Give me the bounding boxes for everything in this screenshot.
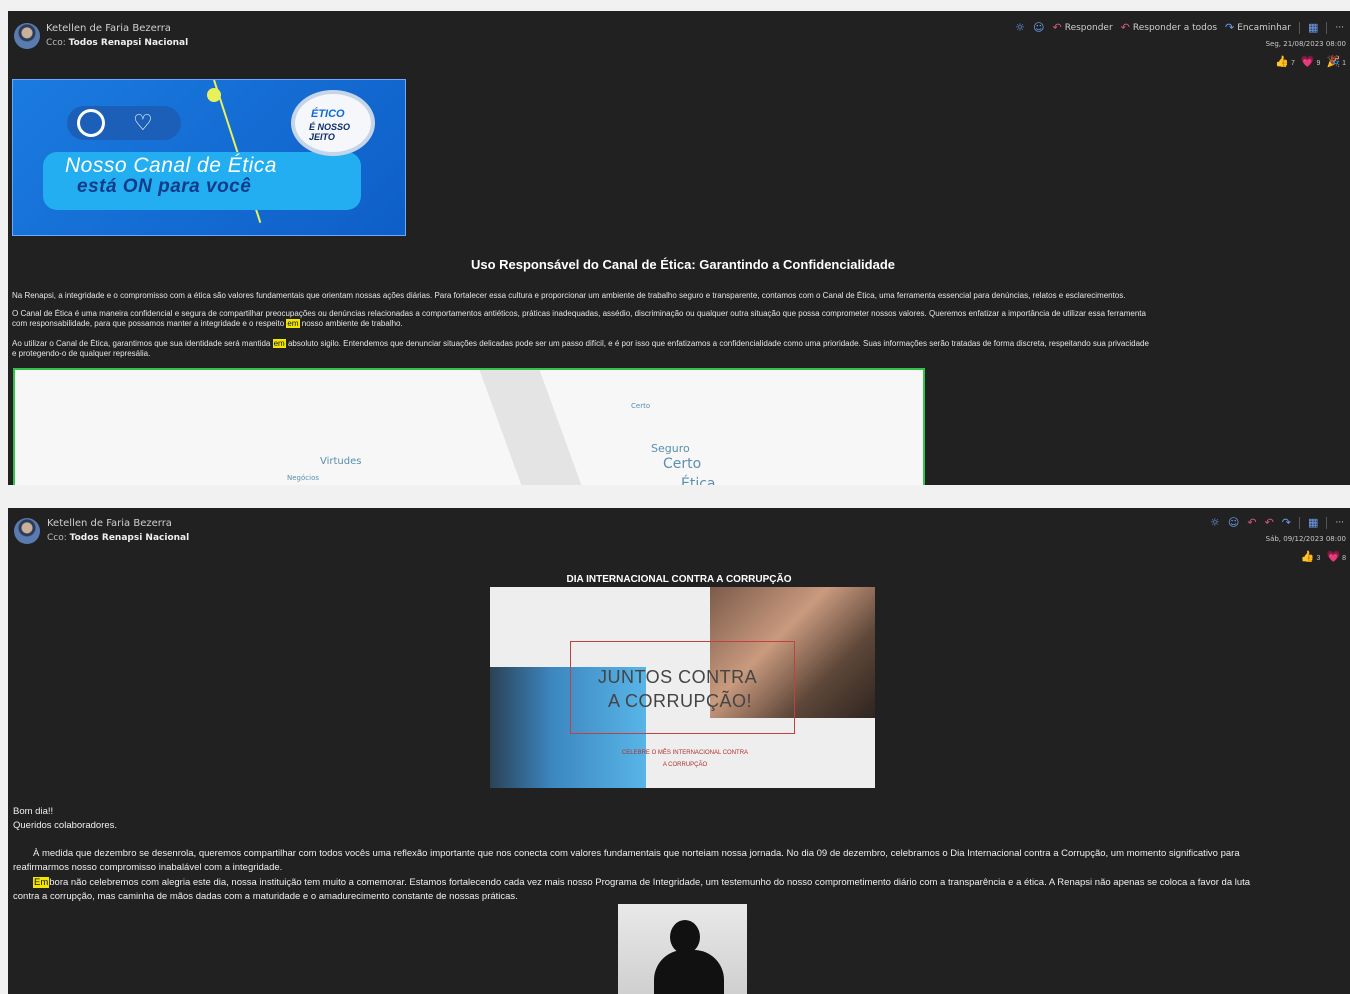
paragraph-1-line1: À medida que dezembro se desenrola, quer… [33,848,1240,859]
reply-button[interactable]: ↶ Responder [1053,21,1113,34]
cco-recipient[interactable]: Todos Renapsi Nacional [70,533,190,543]
grid-icon[interactable]: ▦ [1308,516,1318,529]
message-toolbar: ☼ ☺ ↶ Responder ↶ Responder a todos ↷ Encam… [1015,21,1344,34]
reply-all-icon: ↶ [1120,21,1130,34]
reply-all-button[interactable]: ↶ Responder a todos [1121,21,1217,34]
ethics-channel-banner: ♡ Nosso Canal de Ética está ON para você… [12,79,406,236]
banner-line1: Nosso Canal de Ética [65,154,277,177]
heart-outline-icon: ♡ [133,110,153,135]
heart-icon: 💗 [1300,56,1315,68]
word-cloud-image: Virtudes Negócios Certo Seguro Certo Éti… [13,368,925,485]
emoji-icon[interactable]: ☺ [1228,516,1239,529]
grid-icon[interactable]: ▦ [1308,21,1318,34]
sun-icon[interactable]: ☼ [1210,516,1220,529]
divider [1326,516,1328,529]
cco-label: Cco: [47,533,67,543]
cloud-word: Certo [631,402,651,410]
paragraph-1: Na Renapsi, a integridade e o compromiss… [12,291,1126,300]
cloud-word: Seguro [651,442,690,455]
ethics-seal: ÉTICO É NOSSO JEITO [291,90,375,156]
anti-corruption-poster: JUNTOS CONTRA A CORRUPÇÃO! CELEBRE O MÊS… [490,587,875,788]
paragraph-3-line2: e protegendo-o de qualquer represália. [12,349,151,358]
search-highlight: em [286,319,300,328]
poster-line2: A CORRUPÇÃO! [608,691,753,711]
cco-line: Cco: Todos Renapsi Nacional [47,533,189,543]
search-highlight: Em [33,877,50,888]
silhouette-image [618,904,747,994]
email-message-2: Ketellen de Faria Bezerra Cco: Todos Ren… [8,508,1350,994]
email-title: DIA INTERNACIONAL CONTRA A CORRUPÇÃO [566,574,792,585]
celebrate-icon: 🎉 [1326,56,1341,68]
salutation: Queridos colaboradores. [13,820,118,831]
reply-all-icon[interactable]: ↶ [1265,516,1274,529]
forward-icon[interactable]: ↷ [1282,516,1291,529]
email-message-1: Ketellen de Faria Bezerra Cco: Todos Ren… [8,11,1350,485]
sun-icon[interactable]: ☼ [1015,21,1025,34]
more-icon[interactable]: ··· [1335,23,1344,33]
thumbs-up-icon: 👍 [1275,56,1290,68]
silhouette-head [670,920,700,954]
forward-icon: ↷ [1225,21,1235,34]
paragraph-3-line1: Ao utilizar o Canal de Ética, garantimos… [12,339,1149,348]
heart-icon: 💗 [1326,551,1341,563]
silhouette-body [654,950,724,994]
reactions-bar[interactable]: 👍 7 💗 9 🎉 1 [1275,55,1346,68]
cco-label: Cco: [46,38,66,48]
reply-icon: ↶ [1052,21,1062,34]
cloud-word: Ética [681,476,716,485]
smile-icon [77,109,105,137]
emoji-icon[interactable]: ☺ [1033,21,1044,34]
cco-line: Cco: Todos Renapsi Nacional [46,38,188,48]
cloud-word: Virtudes [320,456,362,467]
sender-name[interactable]: Ketellen de Faria Bezerra [47,518,172,529]
cloud-word: Negócios [287,474,319,482]
paragraph-2-line2: com responsabilidade, para que possamos … [12,319,403,328]
poster-subtitle: CELEBRE O MÊS INTERNACIONAL CONTRA A COR… [621,750,749,768]
cloud-word: Certo [663,456,702,472]
thumbs-up-icon: 👍 [1300,551,1315,563]
cco-recipient[interactable]: Todos Renapsi Nacional [69,38,189,48]
greeting: Bom dia!! [13,806,54,817]
reply-icon[interactable]: ↶ [1247,516,1256,529]
paragraph-2-line2: contra a corrupção, mas caminha de mãos … [13,891,518,902]
message-date: Seg, 21/08/2023 08:00 [1265,40,1346,48]
email-title: Uso Responsável do Canal de Ética: Garan… [470,257,896,272]
forward-button[interactable]: ↷ Encaminhar [1225,21,1291,34]
poster-line1: JUNTOS CONTRA [598,667,758,687]
paragraph-1-line2: reafirmarmos nosso compromisso inabaláve… [13,862,283,873]
message-date: Sáb, 09/12/2023 08:00 [1265,535,1346,543]
banner-line2: está ON para você [77,176,252,197]
sender-avatar[interactable] [14,23,40,49]
decor-dot [207,88,221,102]
divider [1299,516,1300,529]
sender-name[interactable]: Ketellen de Faria Bezerra [46,23,171,34]
more-icon[interactable]: ··· [1335,518,1344,528]
search-highlight: em [272,339,286,348]
message-toolbar: ☼ ☺ ↶ ↶ ↷ ▦ ··· [1210,516,1344,529]
paragraph-2-line1: O Canal de Ética é uma maneira confidenc… [12,309,1146,318]
divider [1299,21,1300,34]
divider [1326,21,1328,34]
reactions-bar[interactable]: 👍 3 💗 8 [1301,550,1346,563]
sender-avatar[interactable] [14,518,40,544]
decor-band [475,370,595,485]
paragraph-2-line1: Embora não celebremos com alegria este d… [33,877,1251,888]
